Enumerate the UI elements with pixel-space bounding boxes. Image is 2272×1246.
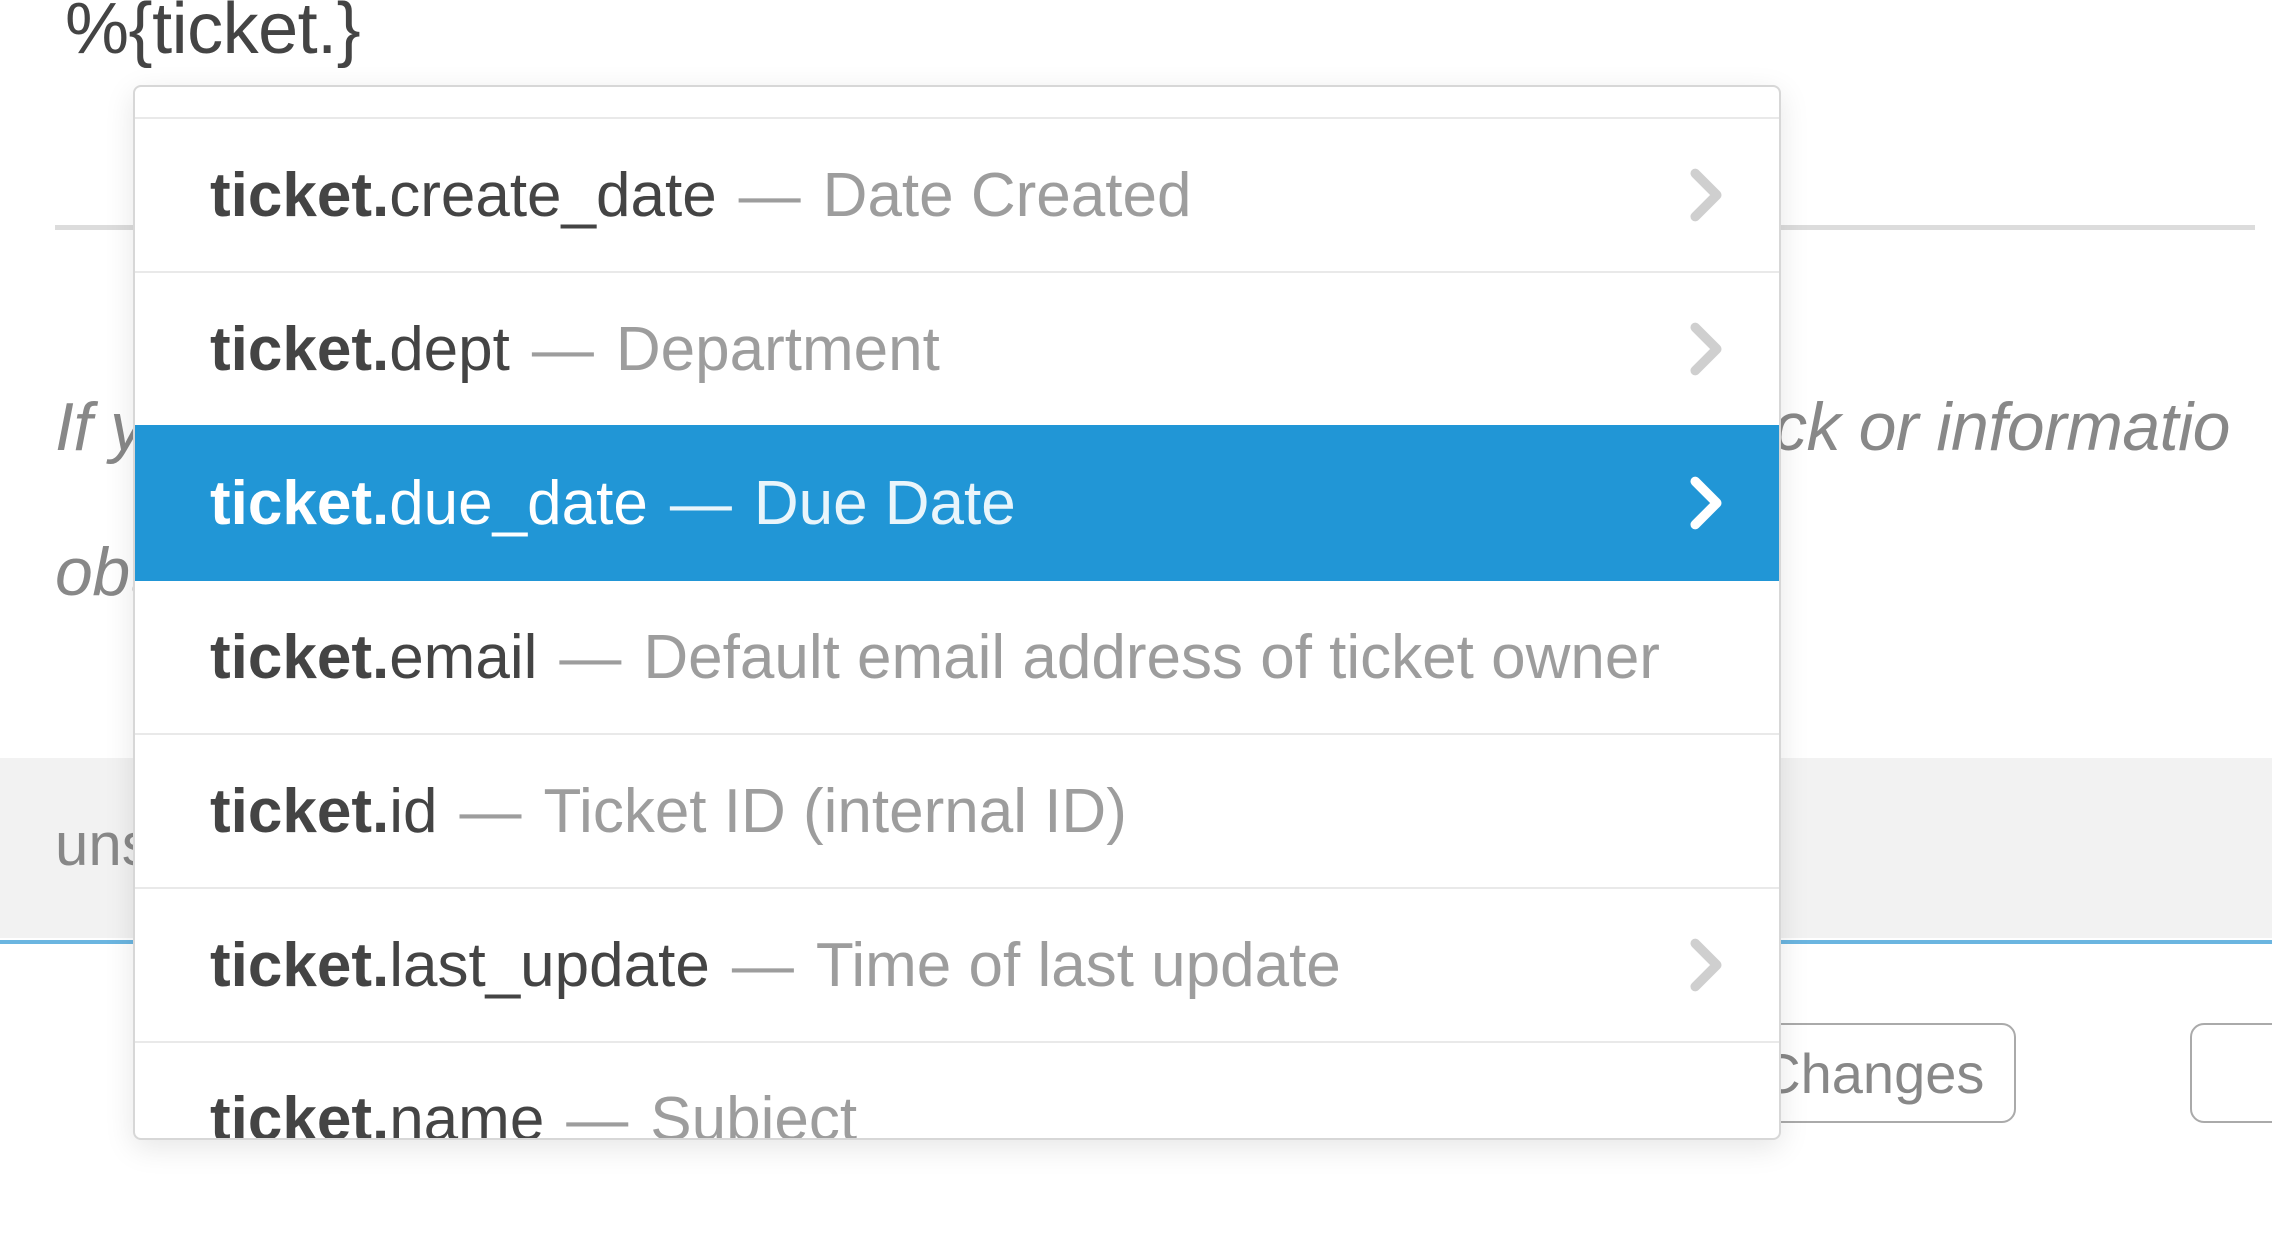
item-prefix: ticket. [210, 776, 389, 847]
item-dash: — [717, 160, 823, 231]
item-description: Department [616, 314, 940, 385]
item-dash: — [648, 468, 754, 539]
item-prefix: ticket. [210, 1084, 389, 1141]
item-suffix: last_update [389, 930, 710, 1001]
item-suffix: create_date [389, 160, 716, 231]
item-prefix: ticket. [210, 930, 389, 1001]
item-prefix: ticket. [210, 160, 389, 231]
chevron-right-icon [1689, 322, 1723, 376]
autocomplete-item-email[interactable]: ticket.email — Default email address of … [135, 579, 1779, 733]
chevron-right-icon [1689, 938, 1723, 992]
item-dash: — [510, 314, 616, 385]
item-dash: — [710, 930, 816, 1001]
autocomplete-item-create_date[interactable]: ticket.create_date — Date Created [135, 117, 1779, 271]
item-dash: — [537, 622, 643, 693]
autocomplete-item-id[interactable]: ticket.id — Ticket ID (internal ID) [135, 733, 1779, 887]
item-description: Time of last update [816, 930, 1341, 1001]
item-description: Date Created [823, 160, 1192, 231]
autocomplete-item-name[interactable]: ticket.name — Subject [135, 1041, 1779, 1140]
item-suffix: email [389, 622, 537, 693]
autocomplete-item-last_update[interactable]: ticket.last_update — Time of last update [135, 887, 1779, 1041]
autocomplete-dropdown[interactable]: ticket.close_date — Date Closedticket.cr… [133, 85, 1781, 1140]
item-suffix: dept [389, 314, 510, 385]
chevron-right-icon [1689, 476, 1723, 530]
item-prefix: ticket. [210, 468, 389, 539]
item-dash: — [437, 776, 543, 847]
item-dash: — [544, 1084, 650, 1141]
autocomplete-item-dept[interactable]: ticket.dept — Department [135, 271, 1779, 425]
chevron-right-icon [1689, 168, 1723, 222]
item-suffix: due_date [389, 468, 648, 539]
variable-input-text[interactable]: %{ticket.} [65, 0, 360, 70]
item-description: Subject [650, 1084, 857, 1141]
item-prefix: ticket. [210, 314, 389, 385]
item-prefix: ticket. [210, 622, 389, 693]
secondary-button[interactable] [2190, 1023, 2272, 1123]
item-description: Due Date [754, 468, 1016, 539]
item-suffix: id [389, 776, 437, 847]
item-suffix: name [389, 1084, 544, 1141]
autocomplete-item-close_date[interactable]: ticket.close_date — Date Closed [135, 85, 1779, 117]
item-description: Ticket ID (internal ID) [543, 776, 1126, 847]
item-description: Default email address of ticket owner [643, 622, 1660, 693]
autocomplete-item-due_date[interactable]: ticket.due_date — Due Date [135, 425, 1779, 579]
